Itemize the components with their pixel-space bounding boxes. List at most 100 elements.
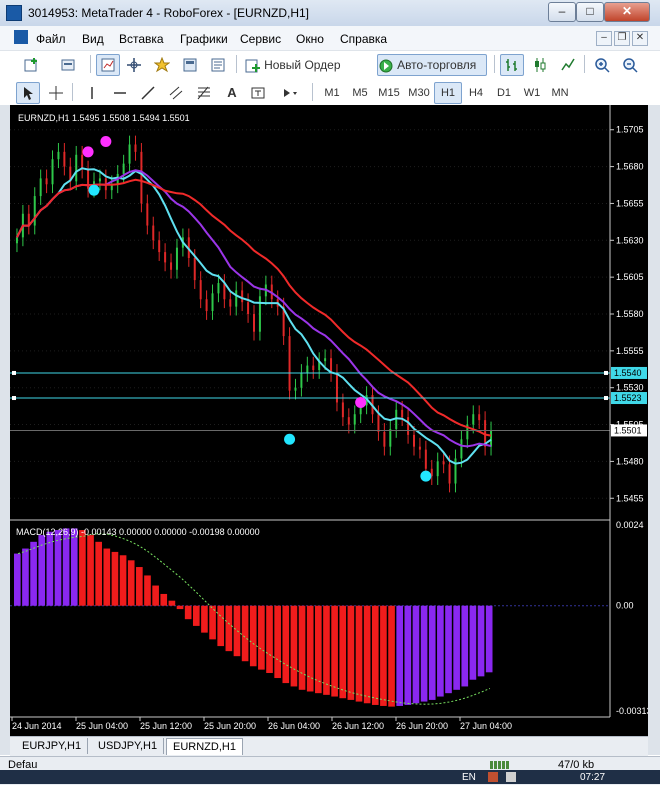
time-tick-label: 25 Jun 04:00 xyxy=(76,721,128,731)
zoom-out-button[interactable] xyxy=(618,54,642,76)
line-chart-button[interactable] xyxy=(556,54,580,76)
macd-bar xyxy=(380,605,387,706)
time-tick-label: 25 Jun 12:00 xyxy=(140,721,192,731)
line-chart-icon xyxy=(561,58,575,71)
menu-view[interactable]: Вид xyxy=(82,32,104,46)
bar-chart-button[interactable] xyxy=(500,54,524,76)
timeframe-m5[interactable]: M5 xyxy=(346,82,374,104)
candle-body xyxy=(324,358,327,362)
equidistant-channel-button[interactable] xyxy=(164,82,188,104)
arrows-dropdown-button[interactable] xyxy=(274,82,306,104)
autotrade-button[interactable]: Авто-торговля xyxy=(377,54,487,76)
candle-chart-button[interactable] xyxy=(528,54,552,76)
signal-dot xyxy=(284,433,296,445)
vertical-line-icon xyxy=(91,87,93,100)
mdi-minimize-button[interactable]: – xyxy=(596,31,612,46)
vertical-line-button[interactable] xyxy=(80,82,104,104)
time-tick-label: 26 Jun 12:00 xyxy=(332,721,384,731)
tab-eurjpy[interactable]: EURJPY,H1 xyxy=(16,738,89,754)
menu-tools[interactable]: Сервис xyxy=(240,32,281,46)
macd-bar xyxy=(258,605,265,670)
tray-volume-icon[interactable] xyxy=(506,772,516,782)
minimize-button[interactable]: – xyxy=(548,2,576,22)
cursor-tool-button[interactable] xyxy=(16,82,40,104)
menu-file[interactable]: Файл xyxy=(36,32,66,46)
text-tool-button[interactable]: A xyxy=(220,82,244,104)
macd-bar xyxy=(388,605,395,707)
timeframe-mn[interactable]: MN xyxy=(546,82,574,104)
cursor-arrow-icon xyxy=(24,87,33,101)
new-chart-button[interactable] xyxy=(16,54,48,76)
menu-window[interactable]: Окно xyxy=(296,32,324,46)
data-window-button[interactable] xyxy=(122,54,146,76)
maximize-button[interactable]: □ xyxy=(576,2,604,22)
mdi-close-button[interactable]: ✕ xyxy=(632,31,648,46)
menu-charts[interactable]: Графики xyxy=(180,32,228,46)
macd-bar xyxy=(152,585,159,606)
candle-body xyxy=(490,430,493,447)
tray-app-icon[interactable] xyxy=(488,772,498,782)
candle-body xyxy=(57,151,60,160)
candle-body xyxy=(63,151,66,167)
candle-body xyxy=(134,144,137,152)
macd-bar xyxy=(363,605,371,704)
profiles-button[interactable] xyxy=(52,54,84,76)
macd-axis-label: 0.0024 xyxy=(616,520,644,530)
keyboard-language[interactable]: EN xyxy=(462,772,476,783)
candle-body xyxy=(51,159,54,185)
tab-usdjpy[interactable]: USDJPY,H1 xyxy=(92,738,165,754)
trendline-button[interactable] xyxy=(136,82,160,104)
strategy-tester-button[interactable] xyxy=(206,54,230,76)
candle-body xyxy=(424,449,427,469)
tab-eurnzd[interactable]: EURNZD,H1 xyxy=(166,738,243,755)
candle-body xyxy=(407,417,410,435)
horizontal-line-button[interactable] xyxy=(108,82,132,104)
crosshair-tool-button[interactable] xyxy=(44,82,68,104)
price-tick-label: 1.5680 xyxy=(616,162,644,172)
candle-body xyxy=(312,365,315,371)
timeframe-d1[interactable]: D1 xyxy=(490,82,518,104)
new-order-button[interactable]: Новый Ордер xyxy=(244,54,374,76)
candle-body xyxy=(478,414,481,421)
text-label-button[interactable] xyxy=(246,82,270,104)
chart-header: EURNZD,H1 1.5495 1.5508 1.5494 1.5501 xyxy=(18,113,190,123)
candle-body xyxy=(205,299,208,312)
chart-canvas[interactable]: 1.5705 1.5680 1.5655 1.5630 1.5605 1.5580 1.55… xyxy=(10,105,648,736)
profiles-icon xyxy=(61,59,75,71)
timeframe-h1[interactable]: H1 xyxy=(434,82,462,104)
timeframe-w1[interactable]: W1 xyxy=(518,82,546,104)
market-watch-button[interactable] xyxy=(96,54,120,76)
zoom-in-button[interactable] xyxy=(590,54,614,76)
candle-body xyxy=(15,237,18,244)
candle-body xyxy=(353,414,356,425)
candle-body xyxy=(158,240,161,253)
signal-dot xyxy=(88,184,100,196)
macd-bar xyxy=(266,605,273,673)
toolbar-separator xyxy=(90,55,91,73)
level-price-label: 1.5523 xyxy=(614,393,642,403)
macd-bar xyxy=(453,605,460,690)
macd-bar xyxy=(274,605,281,679)
terminal-button[interactable] xyxy=(178,54,202,76)
mdi-restore-button[interactable]: ❐ xyxy=(614,31,630,46)
time-tick-label: 27 Jun 04:00 xyxy=(460,721,512,731)
arrows-dropdown-icon xyxy=(284,89,297,98)
timeframe-m1[interactable]: M1 xyxy=(318,82,346,104)
candle-body xyxy=(413,434,415,447)
timeframe-h4[interactable]: H4 xyxy=(462,82,490,104)
menu-insert[interactable]: Вставка xyxy=(119,32,164,46)
menu-help[interactable]: Справка xyxy=(340,32,387,46)
timeframe-m30[interactable]: M30 xyxy=(404,82,434,104)
timeframe-group: M1 M5 M15 M30 H1 H4 D1 W1 MN xyxy=(318,82,648,104)
star-icon xyxy=(154,57,170,73)
navigator-button[interactable] xyxy=(150,54,174,76)
macd-bar xyxy=(420,605,428,702)
timeframe-m15[interactable]: M15 xyxy=(374,82,404,104)
macd-bar xyxy=(241,605,249,662)
close-button[interactable]: ✕ xyxy=(604,2,650,22)
candle-body xyxy=(442,461,445,465)
fibonacci-button[interactable] xyxy=(192,82,216,104)
candle-body xyxy=(460,439,463,459)
candle-body xyxy=(377,414,380,432)
candle-body xyxy=(211,293,214,312)
